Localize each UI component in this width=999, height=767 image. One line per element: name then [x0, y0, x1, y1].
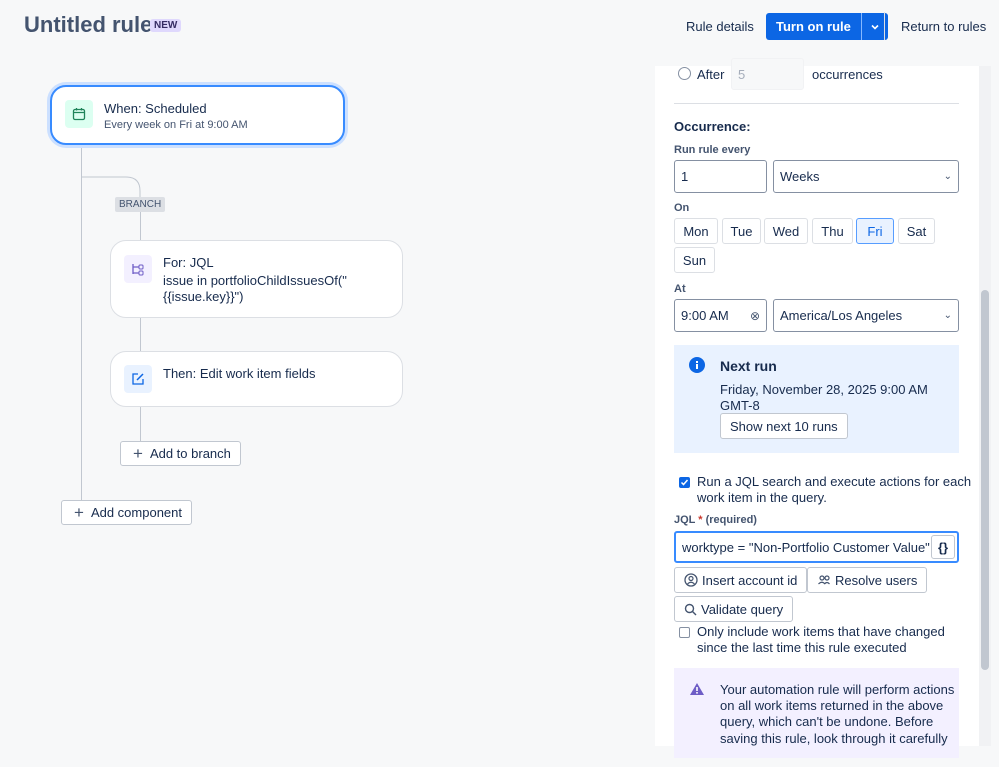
- jql-label: JQL * (required): [674, 514, 757, 526]
- for-node-query-line2: {{issue.key}}"): [163, 289, 244, 304]
- interval-unit-value: Weeks: [780, 169, 820, 184]
- people-icon: [818, 575, 830, 585]
- return-to-rules-button[interactable]: Return to rules: [901, 19, 986, 34]
- branch-icon: [124, 255, 152, 283]
- jql-input-value: worktype = "Non-Portfolio Customer Value…: [682, 539, 930, 555]
- turn-on-rule-button[interactable]: Turn on rule: [766, 13, 888, 40]
- edit-icon: [124, 365, 152, 393]
- chevron-down-icon: ⌄: [943, 171, 952, 182]
- chevron-down-icon: ⌄: [943, 310, 952, 321]
- warning-line4: saving this rule, look through it carefu…: [720, 731, 948, 746]
- add-to-branch-label: Add to branch: [149, 446, 231, 461]
- jql-input[interactable]: worktype = "Non-Portfolio Customer Value…: [674, 531, 959, 563]
- branch-connector-mid: [140, 318, 141, 351]
- day-sat[interactable]: Sat: [898, 218, 935, 244]
- at-label: At: [674, 283, 686, 295]
- next-run-timezone: GMT-8: [720, 398, 760, 413]
- jql-search-checkbox[interactable]: [679, 477, 690, 488]
- warning-line3: query, which can't be undone. Before: [720, 714, 934, 729]
- validate-query-button[interactable]: Validate query: [674, 596, 794, 622]
- validate-query-label: Validate query: [701, 601, 784, 617]
- clear-icon[interactable]: ⊗: [750, 309, 760, 323]
- trigger-subtitle: Every week on Fri at 9:00 AM: [104, 119, 248, 131]
- calendar-icon: [65, 100, 93, 128]
- run-every-input[interactable]: 1: [674, 160, 767, 193]
- jql-search-label-line2: work item in the query.: [697, 490, 827, 505]
- trigger-title: When: Scheduled: [104, 101, 207, 116]
- header-divider: [884, 12, 885, 40]
- after-occurrences-input[interactable]: 5: [731, 58, 804, 90]
- next-run-title: Next run: [720, 358, 777, 374]
- required-text: (required): [705, 514, 757, 526]
- day-fri[interactable]: Fri: [856, 218, 894, 244]
- then-edit-node[interactable]: Then: Edit work item fields: [110, 351, 403, 407]
- branch-tag: BRANCH: [115, 197, 166, 212]
- branch-connector-bottom: [140, 407, 141, 441]
- for-node-query-line1: issue in portfolioChildIssuesOf(": [163, 273, 347, 288]
- on-label: On: [674, 202, 690, 214]
- resolve-users-button[interactable]: Resolve users: [807, 567, 928, 593]
- warning-icon: [690, 683, 704, 695]
- plus-icon: +: [133, 443, 143, 463]
- insert-account-id-button[interactable]: Insert account id: [674, 567, 808, 593]
- after-radio[interactable]: [678, 67, 691, 80]
- warning-line1: Your automation rule will perform action…: [720, 682, 955, 697]
- timezone-select[interactable]: America/Los Angeles ⌄: [773, 299, 959, 332]
- add-component-label: Add component: [90, 505, 183, 520]
- interval-unit-select[interactable]: Weeks ⌄: [773, 160, 959, 193]
- day-tue[interactable]: Tue: [722, 218, 761, 244]
- trigger-node[interactable]: When: Scheduled Every week on Fri at 9:0…: [50, 85, 345, 145]
- for-jql-node[interactable]: For: JQL issue in portfolioChildIssuesOf…: [110, 240, 403, 318]
- jql-label-text: JQL: [674, 514, 696, 526]
- new-badge: NEW: [150, 19, 182, 32]
- page-title: Untitled rule: [24, 12, 153, 37]
- only-changed-checkbox[interactable]: [679, 627, 690, 638]
- plus-icon: +: [74, 502, 84, 522]
- run-every-label: Run rule every: [674, 144, 751, 156]
- info-icon: [689, 357, 705, 373]
- resolve-users-label: Resolve users: [835, 572, 918, 588]
- user-circle-icon: [684, 573, 698, 587]
- jql-search-label-line1: Run a JQL search and execute actions for…: [697, 474, 972, 489]
- day-sun[interactable]: Sun: [674, 247, 715, 273]
- after-label: After: [697, 67, 725, 82]
- occurrences-label: occurrences: [812, 67, 883, 82]
- then-node-title: Then: Edit work item fields: [163, 366, 316, 381]
- only-changed-label-line2: since the last time this rule executed: [697, 640, 907, 655]
- time-input[interactable]: 9:00 AM ⊗: [674, 299, 767, 332]
- add-component-button[interactable]: + Add component: [61, 500, 192, 525]
- rule-details-button[interactable]: Rule details: [686, 19, 754, 34]
- add-to-branch-button[interactable]: + Add to branch: [120, 441, 241, 466]
- day-mon[interactable]: Mon: [674, 218, 718, 244]
- show-next-runs-button[interactable]: Show next 10 runs: [720, 413, 848, 439]
- occurrence-heading: Occurrence:: [674, 119, 751, 134]
- branch-connector: [81, 176, 141, 198]
- insert-account-id-label: Insert account id: [702, 572, 798, 588]
- section-divider: [674, 103, 959, 104]
- day-thu[interactable]: Thu: [812, 218, 853, 244]
- search-icon: [684, 603, 697, 615]
- time-value: 9:00 AM: [681, 308, 729, 323]
- next-run-date: Friday, November 28, 2025 9:00 AM: [720, 382, 928, 397]
- turn-on-rule-label[interactable]: Turn on rule: [766, 13, 862, 40]
- smart-values-button[interactable]: {}: [931, 535, 955, 559]
- required-mark: *: [698, 514, 703, 526]
- scrollbar-thumb[interactable]: [981, 290, 989, 670]
- day-wed[interactable]: Wed: [764, 218, 808, 244]
- branch-connector-top: [140, 212, 141, 240]
- only-changed-label-line1: Only include work items that have change…: [697, 624, 945, 639]
- for-node-title: For: JQL: [163, 255, 214, 270]
- timezone-value: America/Los Angeles: [780, 308, 903, 323]
- warning-line2: on all work items returned in the above: [720, 698, 944, 713]
